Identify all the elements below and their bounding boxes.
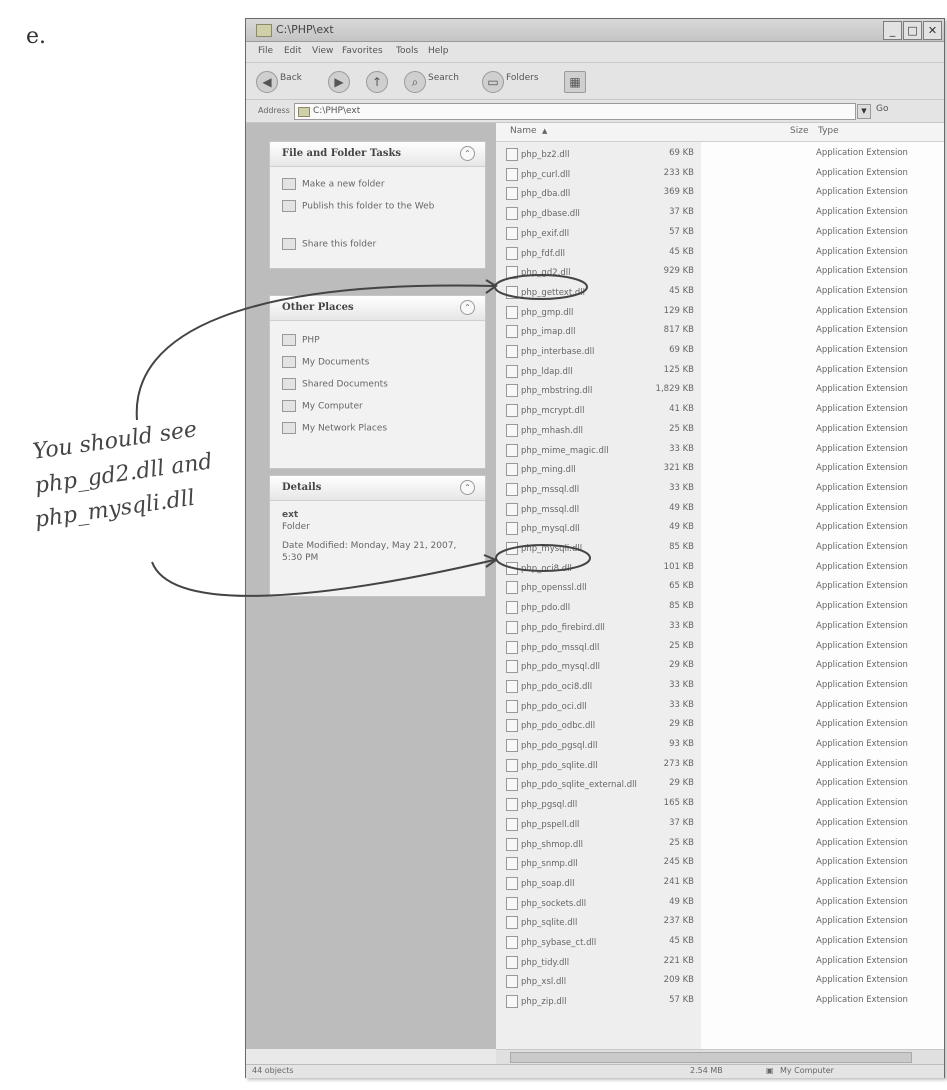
arrow-to-mysqli [151, 559, 495, 597]
annotation-arrows [135, 274, 591, 597]
arrow-to-gd2 [135, 284, 495, 421]
highlight-php-gd2 [494, 274, 588, 300]
highlight-php-mysqli [495, 544, 591, 572]
